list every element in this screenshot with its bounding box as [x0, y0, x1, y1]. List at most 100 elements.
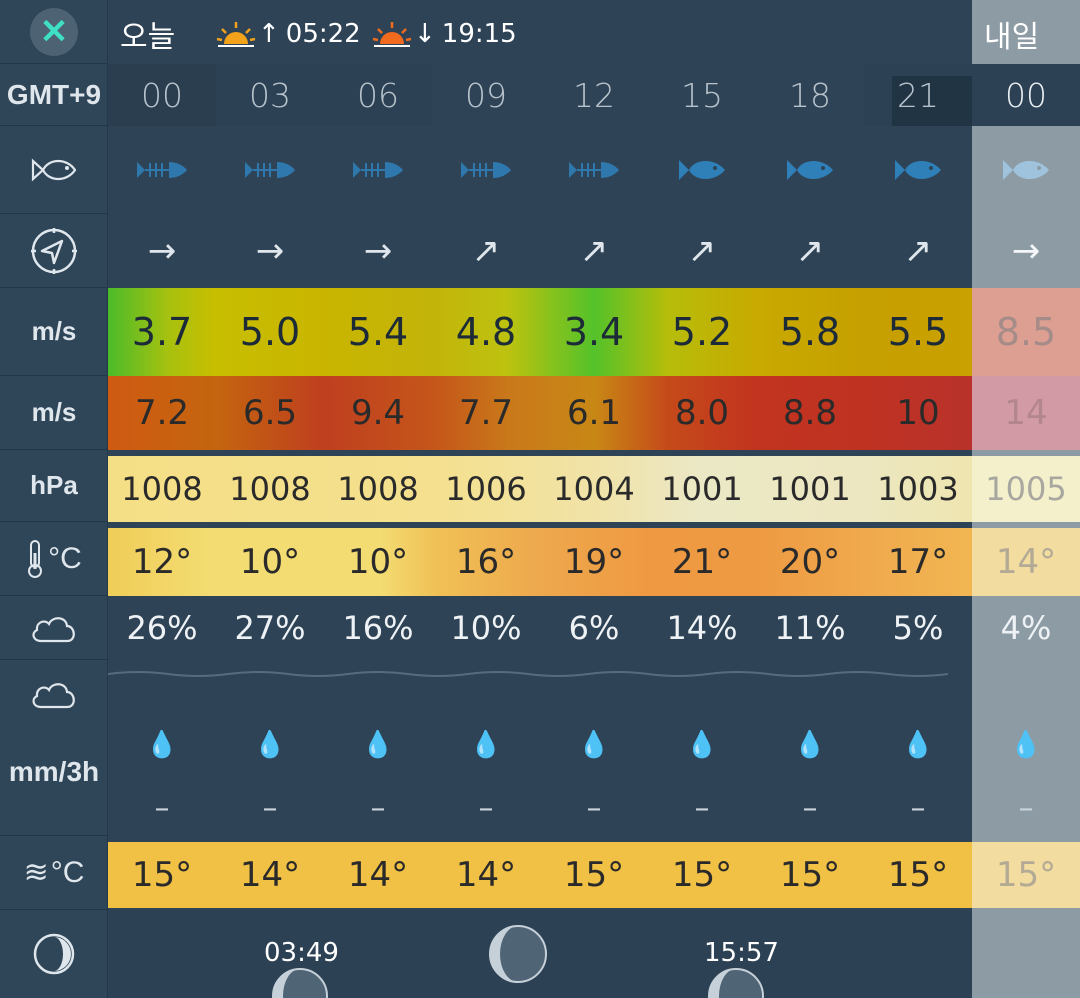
fish-bone-icon — [569, 162, 619, 178]
moonset-icon — [708, 968, 764, 998]
wind-direction-arrow: → — [1011, 231, 1041, 271]
cloud-wave-line — [108, 671, 948, 677]
fish-rating-cell — [324, 126, 432, 214]
sea-temp-value: 15° — [779, 855, 841, 895]
sunrise-time: 05:22 — [285, 19, 361, 49]
wind-unit-label: m/s — [0, 288, 108, 376]
gust-value: 8.0 — [674, 393, 730, 433]
close-button[interactable]: ✕ — [30, 8, 78, 56]
waves-icon: ≋ — [23, 856, 49, 889]
header: 오늘 ↑ 05:22 ↓ 19:15 — [108, 0, 972, 64]
fish-rating-cell — [972, 126, 1080, 214]
hour-cell[interactable]: 03 — [216, 64, 324, 126]
moonrise-time: 03:49 — [264, 938, 339, 968]
pressure-value: 1008 — [229, 470, 311, 508]
hour-cell[interactable]: 15 — [648, 64, 756, 126]
sunrise-group: ↑ 05:22 — [216, 14, 361, 54]
moon-icon-cell — [0, 910, 108, 998]
fish-icon-cell — [0, 126, 108, 214]
wind-direction-arrow: → — [363, 231, 393, 271]
temperature-label: °C — [0, 522, 108, 596]
hour-cell[interactable]: 09 — [432, 64, 540, 126]
sea-temp-value: 15° — [131, 855, 193, 895]
pressure-value: 1008 — [121, 470, 203, 508]
hour-cell[interactable]: 06 — [324, 64, 432, 126]
cloud-cover-value: 16% — [342, 609, 414, 647]
temperature-value: 10° — [347, 542, 409, 582]
close-icon: ✕ — [39, 13, 69, 51]
moon-phase-icon — [33, 933, 75, 975]
hour-cell[interactable]: 18 — [756, 64, 864, 126]
pressure-value: 1005 — [972, 456, 1080, 522]
fish-rating-cell — [864, 126, 972, 214]
cloud-cover-icon-cell — [0, 596, 108, 660]
wind-speed-value: 5.2 — [671, 310, 733, 354]
hour-cell-tomorrow[interactable]: 00 — [972, 64, 1080, 126]
cloud-icon — [32, 616, 75, 642]
fish-icon — [895, 160, 941, 180]
cloud-cover-value: 5% — [892, 609, 944, 647]
pressure-value: 1008 — [337, 470, 419, 508]
hours-row: 00 03 06 09 12 15 18 21 00 — [108, 64, 1080, 126]
wind-direction-arrow: ↗ — [579, 231, 609, 271]
sunset-time: 19:15 — [441, 19, 517, 49]
raindrop-icon: 💧 — [577, 730, 611, 760]
moonset-time: 15:57 — [704, 938, 779, 968]
precip-value: – — [586, 790, 602, 826]
moon-row-tomorrow — [972, 910, 1080, 998]
hour-cell[interactable]: 00 — [108, 64, 216, 126]
compass-icon-cell — [0, 214, 108, 288]
sea-temp-value: 14° — [347, 855, 409, 895]
cloud-cover-value: 26% — [126, 609, 198, 647]
temperature-value: 16° — [455, 542, 517, 582]
precip-value: – — [694, 790, 710, 826]
gust-value: 14 — [972, 376, 1080, 450]
wind-direction-row: → → → ↗ ↗ ↗ ↗ ↗ → — [108, 214, 1080, 288]
gust-unit-label: m/s — [0, 376, 108, 450]
cloud-cover-value: 10% — [450, 609, 522, 647]
wind-direction-arrow: → — [147, 231, 177, 271]
pressure-row: 1008 1008 1008 1006 1004 1001 1001 1003 … — [108, 456, 1080, 522]
precip-value: – — [910, 790, 926, 826]
hour-cell-current[interactable]: 21 — [864, 64, 972, 126]
pressure-value: 1001 — [769, 470, 851, 508]
fish-rating-cell — [648, 126, 756, 214]
fish-icon — [679, 160, 725, 180]
cloud-cover-value: 27% — [234, 609, 306, 647]
temperature-value: 19° — [563, 542, 625, 582]
raindrop-icon: 💧 — [145, 730, 179, 760]
sea-temp-value: 15° — [972, 842, 1080, 908]
fish-icon — [787, 160, 833, 180]
precip-value: – — [1018, 790, 1034, 826]
thermometer-icon — [28, 539, 43, 578]
fish-rating-cell — [756, 126, 864, 214]
precip-value: – — [262, 790, 278, 826]
gust-value: 6.1 — [566, 393, 622, 433]
pressure-value: 1004 — [553, 470, 635, 508]
gust-value: 9.4 — [350, 393, 406, 433]
hour-cell[interactable]: 12 — [540, 64, 648, 126]
sunset-arrow-icon: ↓ — [414, 19, 436, 49]
raindrop-icon: 💧 — [253, 730, 287, 760]
wind-speed-value: 5.5 — [887, 310, 949, 354]
raindrop-icon: 💧 — [793, 730, 827, 760]
gust-value: 8.8 — [782, 393, 838, 433]
temperature-value: 12° — [131, 542, 193, 582]
gust-row: 7.2 6.5 9.4 7.7 6.1 8.0 8.8 10 14 — [108, 376, 1080, 450]
fish-bone-icon — [461, 162, 511, 178]
precip-label-cell: mm/3h — [0, 660, 108, 836]
wind-speed-value: 5.4 — [347, 310, 409, 354]
sunrise-arrow-icon: ↑ — [258, 19, 280, 49]
sidebar: ✕ GMT+9 m/s m/s hPa °C mm/3h ≋ °C — [0, 0, 108, 998]
wind-speed-value: 4.8 — [455, 310, 517, 354]
sea-temp-label: ≋ °C — [0, 836, 108, 910]
raindrop-icon: 💧 — [361, 730, 395, 760]
gust-value: 7.2 — [134, 393, 190, 433]
rain-cloud-icon — [32, 683, 75, 709]
tomorrow-label: 내일 — [984, 20, 1040, 55]
cloud-cover-value: 6% — [568, 609, 620, 647]
moon-phase-icon — [489, 925, 547, 983]
cloud-cover-value: 4% — [1000, 609, 1052, 647]
close-cell: ✕ — [0, 0, 108, 64]
temperature-value: 20° — [779, 542, 841, 582]
